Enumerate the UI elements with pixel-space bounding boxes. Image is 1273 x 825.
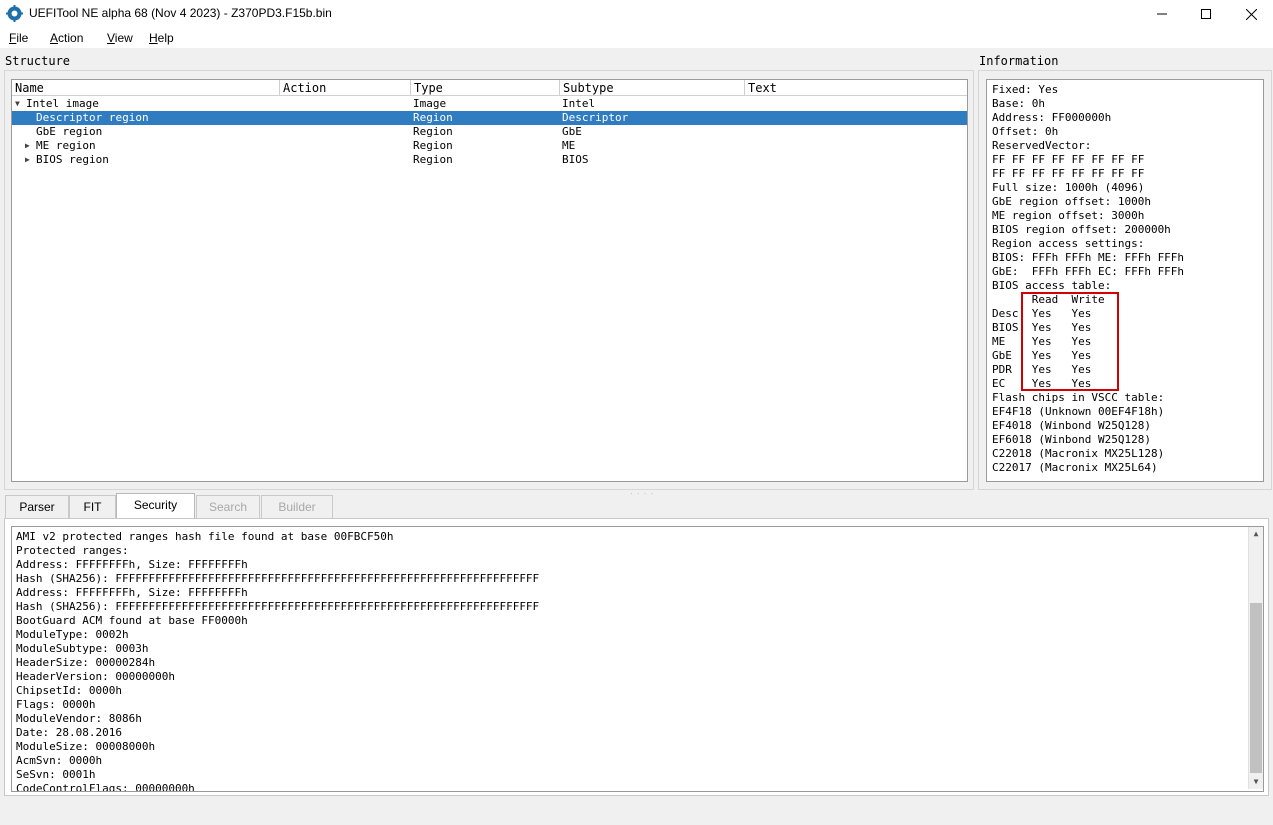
scroll-up-arrow-icon[interactable]: ▲ — [1249, 527, 1263, 541]
tab-search: Search — [196, 495, 260, 518]
vertical-scrollbar[interactable]: ▲ ▼ — [1248, 527, 1263, 789]
column-header-name[interactable]: Name — [12, 80, 280, 96]
message-line: BootGuard ACM found at base FF0000h — [16, 614, 248, 627]
row-type: Region — [413, 139, 453, 152]
info-line: Base: 0h — [992, 97, 1045, 110]
tree-row-selected[interactable]: Descriptor region Region Descriptor — [12, 111, 967, 125]
row-type: Image — [413, 97, 447, 110]
tab-security[interactable]: Security — [116, 493, 195, 519]
message-line: AMI v2 protected ranges hash file found … — [16, 530, 394, 543]
info-line: EF4018 (Winbond W25Q128) — [992, 419, 1151, 432]
info-line: FF FF FF FF FF FF FF FF — [992, 153, 1145, 166]
message-line: ModuleSize: 00008000h — [16, 740, 156, 753]
message-line: SeSvn: 0001h — [16, 768, 96, 781]
menu-file[interactable]: File — [9, 31, 28, 45]
information-text[interactable]: Fixed: Yes Base: 0h Address: FF000000h O… — [986, 79, 1264, 482]
row-subtype: Descriptor — [562, 111, 629, 124]
info-line: ReservedVector: — [992, 139, 1092, 152]
access-table-highlight-box — [1021, 292, 1119, 391]
tab-parser[interactable]: Parser — [5, 495, 69, 518]
message-line: ModuleType: 0002h — [16, 628, 129, 641]
column-header-action[interactable]: Action — [280, 80, 411, 96]
info-line: Region access settings: — [992, 237, 1145, 250]
message-line: Hash (SHA256): FFFFFFFFFFFFFFFFFFFFFFFFF… — [16, 600, 540, 613]
message-line: Address: FFFFFFFFh, Size: FFFFFFFFh — [16, 586, 248, 599]
expand-arrow-icon[interactable]: ▶ — [25, 139, 30, 153]
maximize-icon — [1201, 9, 1211, 19]
info-line: Address: FF000000h — [992, 111, 1112, 124]
tab-fit[interactable]: FIT — [69, 495, 116, 518]
info-line: Offset: 0h — [992, 125, 1059, 138]
message-line: ChipsetId: 0000h — [16, 684, 122, 697]
close-button[interactable] — [1228, 0, 1273, 28]
message-line: AcmSvn: 0000h — [16, 754, 103, 767]
window-title: UEFITool NE alpha 68 (Nov 4 2023) - Z370… — [29, 6, 332, 20]
row-name: ME region — [36, 139, 96, 152]
info-line: C22018 (Macronix MX25L128) — [992, 447, 1165, 460]
column-header-subtype[interactable]: Subtype — [560, 80, 745, 96]
message-line: Address: FFFFFFFFh, Size: FFFFFFFFh — [16, 558, 248, 571]
row-subtype: ME — [562, 139, 576, 152]
info-line: GbE region offset: 1000h — [992, 195, 1151, 208]
message-line: Protected ranges: — [16, 544, 129, 557]
info-line: FF FF FF FF FF FF FF FF — [992, 167, 1145, 180]
info-line: Fixed: Yes — [992, 83, 1059, 96]
splitter-handle[interactable]: · · · · — [630, 489, 654, 498]
row-type: Region — [413, 125, 453, 138]
info-line: EF6018 (Winbond W25Q128) — [992, 433, 1151, 446]
row-type: Region — [413, 153, 453, 166]
row-name: GbE region — [36, 125, 103, 138]
minimize-button[interactable] — [1139, 0, 1185, 28]
info-line: BIOS access table: — [992, 279, 1112, 292]
security-messages[interactable]: AMI v2 protected ranges hash file found … — [11, 526, 1264, 792]
info-line: BIOS: FFFh FFFh ME: FFFh FFFh — [992, 251, 1185, 264]
row-name: BIOS region — [36, 153, 109, 166]
tree-row[interactable]: ▶ BIOS region Region BIOS — [12, 153, 967, 167]
info-line: C22017 (Macronix MX25L64) — [992, 461, 1158, 474]
status-bar — [0, 800, 1273, 825]
maximize-button[interactable] — [1183, 0, 1229, 28]
message-line: Flags: 0000h — [16, 698, 96, 711]
info-line: ME region offset: 3000h — [992, 209, 1145, 222]
tree-row[interactable]: ▶ ME region Region ME — [12, 139, 967, 153]
minimize-icon — [1157, 13, 1167, 15]
message-line: HeaderVersion: 00000000h — [16, 670, 175, 683]
row-name: Intel image — [26, 97, 99, 110]
scroll-down-arrow-icon[interactable]: ▼ — [1249, 775, 1263, 789]
tree-row[interactable]: GbE region Region GbE — [12, 125, 967, 139]
tree-row[interactable]: ▼ Intel image Image Intel — [12, 97, 967, 111]
tab-builder: Builder — [261, 495, 333, 518]
message-line: ModuleSubtype: 0003h — [16, 642, 149, 655]
menu-action[interactable]: Action — [50, 31, 83, 45]
info-line: BIOS region offset: 200000h — [992, 223, 1171, 236]
menu-view[interactable]: View — [107, 31, 133, 45]
row-type: Region — [413, 111, 453, 124]
menu-bar: File Action View Help — [0, 28, 1273, 48]
uefitool-app-icon — [6, 5, 23, 22]
menu-help[interactable]: Help — [149, 31, 174, 45]
information-label: Information — [979, 54, 1059, 68]
message-line: Date: 28.08.2016 — [16, 726, 122, 739]
row-subtype: BIOS — [562, 153, 589, 166]
info-line: GbE: FFFh FFFh EC: FFFh FFFh — [992, 265, 1185, 278]
row-subtype: GbE — [562, 125, 582, 138]
structure-tree[interactable]: Name Action Type Subtype Text ▼ Intel im… — [11, 79, 968, 482]
column-header-text[interactable]: Text — [745, 80, 967, 96]
expand-arrow-icon[interactable]: ▶ — [25, 153, 30, 167]
message-line: Hash (SHA256): FFFFFFFFFFFFFFFFFFFFFFFFF… — [16, 572, 540, 585]
row-subtype: Intel — [562, 97, 596, 110]
expand-arrow-icon[interactable]: ▼ — [15, 97, 20, 111]
close-icon — [1245, 8, 1257, 20]
column-header-type[interactable]: Type — [411, 80, 560, 96]
row-name: Descriptor region — [36, 111, 149, 124]
info-line: EF4F18 (Unknown 00EF4F18h) — [992, 405, 1165, 418]
structure-label: Structure — [5, 54, 71, 68]
title-bar: UEFITool NE alpha 68 (Nov 4 2023) - Z370… — [0, 0, 1273, 28]
scrollbar-thumb[interactable] — [1250, 603, 1262, 773]
info-line: Full size: 1000h (4096) — [992, 181, 1145, 194]
message-line: HeaderSize: 00000284h — [16, 656, 156, 669]
info-line: Flash chips in VSCC table: — [992, 391, 1165, 404]
message-line: ModuleVendor: 8086h — [16, 712, 142, 725]
message-line: CodeControlFlags: 00000000h — [16, 782, 195, 792]
